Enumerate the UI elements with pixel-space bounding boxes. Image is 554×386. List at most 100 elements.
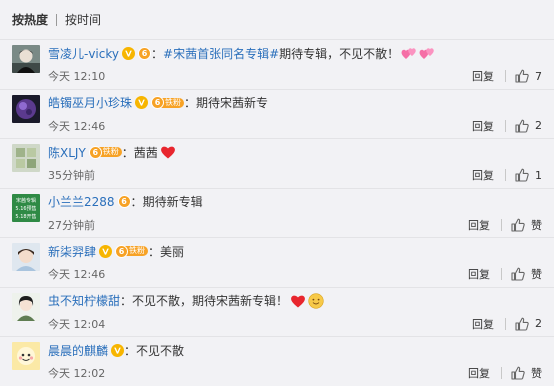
fan-level-number: 6 (115, 244, 129, 258)
action-divider (505, 317, 506, 330)
comment-time: 27分钟前 (48, 218, 95, 232)
comment-time: 今天 12:46 (48, 119, 106, 133)
reply-button[interactable]: 回复 (472, 68, 494, 84)
comment-item: 陈XLJY 6 铁粉 ： 茜茜 35分钟前 回复 1 (0, 138, 554, 188)
fan-level-badge[interactable]: 6 (117, 195, 131, 208)
avatar-image (12, 45, 40, 73)
like-count: 2 (535, 317, 542, 330)
like-label: 赞 (531, 218, 542, 232)
sort-bar: 按热度 按时间 (0, 0, 554, 39)
reply-button[interactable]: 回复 (472, 167, 494, 183)
comment-actions: 回复 赞 (468, 217, 542, 233)
sort-by-hot-tab[interactable]: 按热度 (12, 11, 48, 28)
fan-level-number: 6 (88, 145, 102, 159)
action-divider (505, 119, 506, 132)
comment-text: 期待专辑，不见不散！ (279, 46, 400, 61)
reply-button[interactable]: 回复 (472, 118, 494, 134)
reply-button[interactable]: 回复 (468, 365, 490, 381)
avatar[interactable] (12, 342, 40, 370)
avatar[interactable] (12, 243, 40, 271)
comment-text: 茜茜 (133, 145, 158, 160)
comment-actions: 回复 2 (472, 316, 542, 332)
red-heart-icon (290, 293, 306, 309)
comment-line: 陈XLJY 6 铁粉 ： 茜茜 (48, 143, 544, 161)
avatar[interactable]: 宋茜专辑 5.16预售 5.18开售 (12, 193, 40, 222)
avatar-image (12, 342, 40, 370)
avatar[interactable] (12, 292, 40, 321)
comment-item: 雪凌儿-vicky 6 ： #宋茜首张同名专辑# 期待专辑，不见不散！ 今天 1… (0, 39, 554, 89)
verified-v-icon (99, 245, 112, 258)
pink-hearts-icon (419, 45, 435, 61)
username-link[interactable]: 新柒羿肆 (48, 243, 96, 260)
comment-time: 35分钟前 (48, 169, 95, 182)
username-link[interactable]: 皓镯巫月小珍珠 (48, 94, 132, 111)
reply-button[interactable]: 回复 (468, 266, 490, 282)
fan-level-number: 6 (117, 195, 131, 208)
avatar-text-line: 5.16预售 (15, 205, 36, 212)
avatar[interactable] (12, 144, 40, 172)
fan-level-badge[interactable]: 6 铁粉 (88, 145, 122, 159)
comment-line: 晨晨的麒麟 ： 不见不散 (48, 341, 544, 359)
comment-actions: 回复 赞 (468, 266, 542, 282)
thumbs-up-icon (515, 69, 529, 83)
comment-colon: ： (130, 195, 143, 209)
like-button[interactable]: 赞 (511, 217, 542, 233)
fan-level-badge[interactable]: 6 铁粉 (115, 244, 149, 258)
comment-line: 皓镯巫月小珍珠 6 铁粉 ： 期待宋茜新专 (48, 94, 544, 112)
reply-button[interactable]: 回复 (468, 217, 490, 233)
like-button[interactable]: 2 (515, 317, 542, 331)
username-link[interactable]: 陈XLJY (48, 144, 86, 161)
comment-text: 期待新专辑 (142, 195, 203, 209)
comment-colon: ： (151, 46, 164, 61)
action-divider (505, 169, 506, 181)
red-heart-icon (160, 144, 176, 160)
comment-item: 晨晨的麒麟 ： 不见不散 今天 12:02 回复 赞 (0, 336, 554, 386)
avatar[interactable] (12, 45, 40, 73)
fan-level-badge[interactable]: 6 铁粉 (151, 96, 185, 109)
action-divider (501, 268, 502, 280)
like-button[interactable]: 1 (515, 168, 542, 182)
pink-hearts-icon (401, 45, 417, 61)
username-link[interactable]: 虫不知柠檬甜 (48, 292, 120, 309)
smile-face-icon (308, 293, 324, 309)
sort-divider (56, 13, 58, 26)
username-link[interactable]: 雪凌儿-vicky (48, 45, 119, 62)
like-button[interactable]: 7 (515, 69, 542, 83)
avatar[interactable] (12, 94, 40, 123)
username-link[interactable]: 晨晨的麒麟 (48, 342, 108, 359)
like-button[interactable]: 2 (515, 119, 542, 133)
thumbs-up-icon (515, 168, 529, 182)
comment-colon: ： (124, 343, 137, 358)
avatar-image (12, 243, 40, 271)
comment-line: 雪凌儿-vicky 6 ： #宋茜首张同名专辑# 期待专辑，不见不散！ (48, 44, 544, 62)
hashtag-link[interactable]: #宋茜首张同名专辑# (163, 45, 279, 62)
verified-v-icon (122, 47, 135, 60)
like-button[interactable]: 赞 (511, 266, 542, 282)
thumbs-up-icon (515, 317, 529, 331)
like-label: 赞 (531, 268, 542, 281)
avatar-image (12, 94, 40, 123)
verified-v-icon (135, 96, 148, 109)
comment-text: 期待宋茜新专 (196, 96, 269, 110)
avatar-image (12, 292, 40, 321)
sort-by-time-tab[interactable]: 按时间 (65, 11, 101, 28)
comment-text: 不见不散，期待宋茜新专辑！ (132, 294, 289, 308)
like-button[interactable]: 赞 (511, 365, 542, 381)
action-divider (505, 70, 506, 82)
thumbs-up-icon (511, 267, 525, 281)
action-divider (501, 367, 502, 379)
comment-colon: ： (184, 96, 197, 110)
comment-item: 皓镯巫月小珍珠 6 铁粉 ： 期待宋茜新专 今天 12:46 回复 2 (0, 88, 554, 139)
like-count: 7 (535, 69, 542, 83)
action-divider (501, 218, 502, 231)
reply-button[interactable]: 回复 (472, 316, 494, 332)
comment-actions: 回复 1 (472, 167, 542, 183)
comment-text: 不见不散 (136, 343, 185, 358)
thumbs-up-icon (511, 218, 525, 232)
verified-v-icon (111, 344, 124, 357)
comment-item: 虫不知柠檬甜 ： 不见不散，期待宋茜新专辑！ 今天 12:04 回复 2 (0, 286, 554, 337)
fan-level-badge[interactable]: 6 (138, 46, 151, 60)
comment-actions: 回复 7 (472, 68, 542, 84)
username-link[interactable]: 小兰兰2288 (48, 193, 115, 210)
comment-text: 美丽 (160, 244, 185, 259)
